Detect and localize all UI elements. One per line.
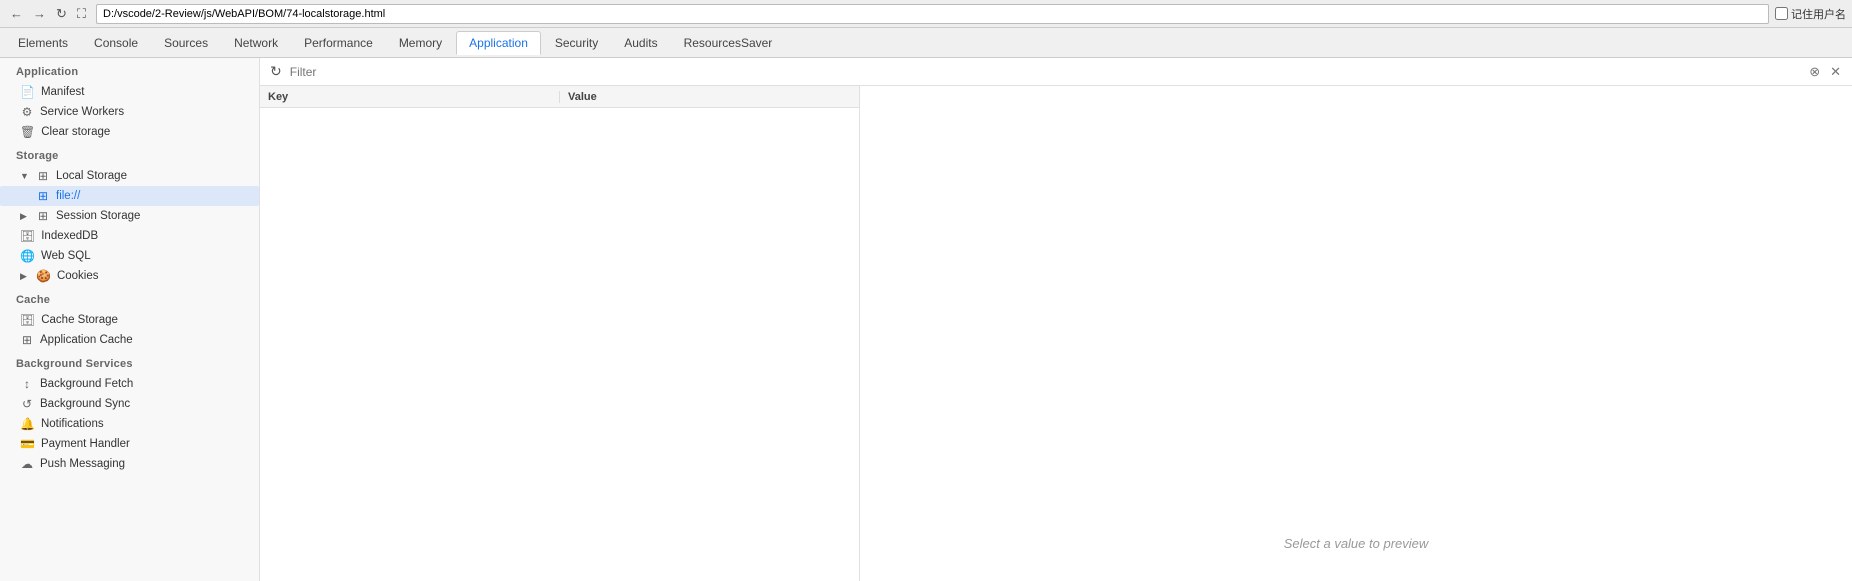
web-sql-icon: 🌐 — [20, 249, 35, 263]
push-messaging-icon: ☁ — [20, 457, 34, 471]
sidebar-item-application-cache[interactable]: ⊞ Application Cache — [0, 330, 259, 350]
home-button[interactable]: ⛶ — [73, 4, 90, 24]
tab-audits[interactable]: Audits — [612, 32, 669, 54]
reload-button[interactable]: ↻ — [52, 4, 71, 24]
tab-sources[interactable]: Sources — [152, 32, 220, 54]
table-area: Key Value Select a value to preview — [260, 86, 1852, 581]
filter-input[interactable] — [290, 62, 1800, 82]
tab-resourcessaver[interactable]: ResourcesSaver — [672, 32, 785, 54]
sidebar-section-storage: Storage — [0, 142, 259, 166]
sidebar-item-web-sql[interactable]: 🌐 Web SQL — [0, 246, 259, 266]
remember-checkbox[interactable] — [1775, 7, 1788, 20]
value-column-header: Value — [560, 91, 859, 103]
tab-memory[interactable]: Memory — [387, 32, 454, 54]
tab-elements[interactable]: Elements — [6, 32, 80, 54]
application-cache-icon: ⊞ — [20, 333, 34, 347]
forward-button[interactable]: → — [29, 4, 50, 23]
service-workers-icon: ⚙ — [20, 105, 34, 119]
payment-handler-icon: 💳 — [20, 437, 35, 451]
tab-security[interactable]: Security — [543, 32, 610, 54]
sidebar-item-file[interactable]: ⊞ file:// — [0, 186, 259, 206]
sidebar-item-manifest[interactable]: 📄 Manifest — [0, 82, 259, 102]
file-icon: ⊞ — [36, 189, 50, 203]
sidebar-item-service-workers[interactable]: ⚙ Service Workers — [0, 102, 259, 122]
back-button[interactable]: ← — [6, 4, 27, 23]
notifications-icon: 🔔 — [20, 417, 35, 431]
cookies-icon: 🍪 — [36, 269, 51, 283]
devtools-body: Application 📄 Manifest ⚙ Service Workers… — [0, 58, 1852, 581]
bg-sync-icon: ↺ — [20, 397, 34, 411]
sidebar-item-background-fetch[interactable]: ↕ Background Fetch — [0, 374, 259, 394]
sidebar-item-session-storage[interactable]: ▶ ⊞ Session Storage — [0, 206, 259, 226]
filter-actions: ⊗ ✕ — [1806, 63, 1844, 81]
sidebar-item-cookies[interactable]: ▶ 🍪 Cookies — [0, 266, 259, 286]
address-bar[interactable] — [96, 4, 1769, 24]
nav-buttons: ← → ↻ ⛶ — [6, 4, 90, 24]
tab-network[interactable]: Network — [222, 32, 290, 54]
sidebar-item-clear-storage[interactable]: 🗑 Clear storage — [0, 122, 259, 142]
preview-hint: Select a value to preview — [1284, 536, 1429, 551]
indexeddb-icon: 🗄 — [20, 229, 35, 243]
sidebar-item-payment-handler[interactable]: 💳 Payment Handler — [0, 434, 259, 454]
local-storage-icon: ⊞ — [36, 169, 50, 183]
close-panel-button[interactable]: ✕ — [1827, 63, 1844, 81]
table-body[interactable] — [260, 108, 859, 581]
main-content: ↻ ⊗ ✕ Key Value Select a value to previe… — [260, 58, 1852, 581]
right-panel: Select a value to preview — [860, 86, 1852, 581]
left-table: Key Value — [260, 86, 860, 581]
sidebar-section-cache: Cache — [0, 286, 259, 310]
remember-user-label: 记住用户名 — [1775, 6, 1846, 22]
session-storage-icon: ⊞ — [36, 209, 50, 223]
sidebar-item-local-storage[interactable]: ▼ ⊞ Local Storage — [0, 166, 259, 186]
sidebar-section-bg: Background Services — [0, 350, 259, 374]
tab-application[interactable]: Application — [456, 31, 541, 55]
sidebar-item-indexeddb[interactable]: 🗄 IndexedDB — [0, 226, 259, 246]
manifest-icon: 📄 — [20, 85, 35, 99]
refresh-button[interactable]: ↻ — [268, 61, 284, 82]
local-storage-arrow: ▼ — [20, 171, 30, 181]
filter-bar: ↻ ⊗ ✕ — [260, 58, 1852, 86]
clear-storage-icon: 🗑 — [20, 125, 35, 139]
clear-filter-button[interactable]: ⊗ — [1806, 63, 1823, 81]
sidebar-item-push-messaging[interactable]: ☁ Push Messaging — [0, 454, 259, 474]
sidebar-item-cache-storage[interactable]: 🗄 Cache Storage — [0, 310, 259, 330]
key-column-header: Key — [260, 91, 560, 103]
tab-performance[interactable]: Performance — [292, 32, 385, 54]
sidebar-item-background-sync[interactable]: ↺ Background Sync — [0, 394, 259, 414]
cookies-arrow: ▶ — [20, 271, 30, 282]
bg-fetch-icon: ↕ — [20, 377, 34, 391]
tab-bar: Elements Console Sources Network Perform… — [0, 28, 1852, 58]
session-storage-arrow: ▶ — [20, 211, 30, 222]
tab-console[interactable]: Console — [82, 32, 150, 54]
top-bar: ← → ↻ ⛶ 记住用户名 — [0, 0, 1852, 28]
sidebar: Application 📄 Manifest ⚙ Service Workers… — [0, 58, 260, 581]
cache-storage-icon: 🗄 — [20, 313, 35, 327]
sidebar-item-notifications[interactable]: 🔔 Notifications — [0, 414, 259, 434]
table-header: Key Value — [260, 86, 859, 108]
sidebar-section-application: Application — [0, 58, 259, 82]
